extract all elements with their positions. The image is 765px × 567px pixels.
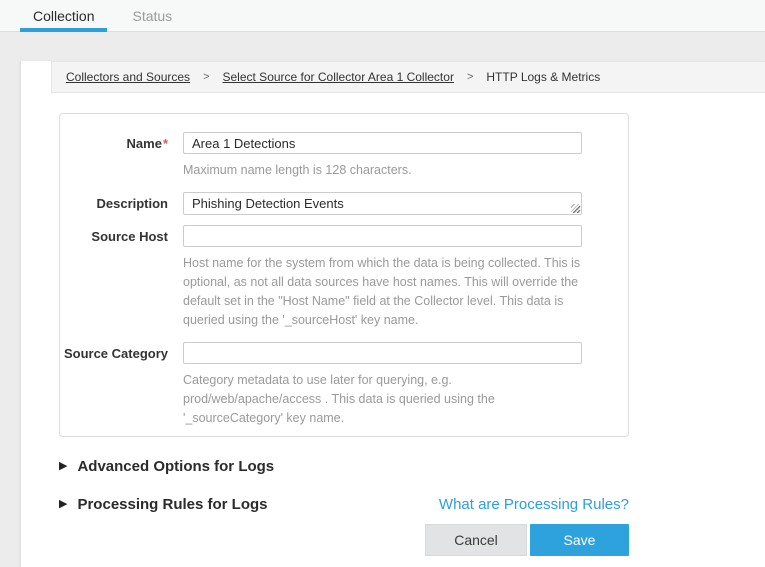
name-helper-text: Maximum name length is 128 characters. [183, 161, 582, 180]
description-textarea[interactable]: Phishing Detection Events [183, 192, 582, 215]
save-button[interactable]: Save [530, 524, 629, 556]
source-config-card: Name* Maximum name length is 128 charact… [59, 113, 629, 437]
form-actions: Cancel Save [59, 524, 629, 556]
description-control: Phishing Detection Events [183, 192, 582, 215]
processing-rules-row: ▶ Processing Rules for Logs What are Pro… [59, 496, 629, 513]
advanced-options-title: Advanced Options for Logs [77, 458, 274, 475]
source-category-helper-text: Category metadata to use later for query… [183, 371, 582, 428]
advanced-options-row: ▶ Advanced Options for Logs [59, 458, 629, 475]
collapsible-sections: ▶ Advanced Options for Logs ▶ Processing… [59, 458, 629, 513]
advanced-options-toggle[interactable]: ▶ Advanced Options for Logs [59, 458, 274, 475]
source-host-control: Host name for the system from which the … [183, 225, 582, 330]
description-label: Description [60, 192, 168, 215]
tab-collection[interactable]: Collection [20, 0, 107, 31]
source-category-label: Source Category [60, 342, 168, 428]
main-panel: Collectors and Sources > Select Source f… [20, 61, 765, 567]
name-label-text: Name [127, 136, 162, 151]
cancel-button[interactable]: Cancel [425, 524, 527, 556]
caret-right-icon: ▶ [59, 461, 67, 472]
breadcrumb-current-http-logs-metrics: HTTP Logs & Metrics [486, 70, 600, 84]
processing-rules-toggle[interactable]: ▶ Processing Rules for Logs [59, 496, 268, 513]
source-category-control: Category metadata to use later for query… [183, 342, 582, 428]
processing-rules-title: Processing Rules for Logs [77, 496, 267, 513]
what-are-processing-rules-link[interactable]: What are Processing Rules? [439, 496, 629, 513]
caret-right-icon: ▶ [59, 499, 67, 510]
top-tab-bar: Collection Status [0, 0, 765, 32]
tab-status[interactable]: Status [119, 0, 185, 31]
source-host-label: Source Host [60, 225, 168, 330]
source-host-input[interactable] [183, 225, 582, 247]
breadcrumb-collectors-and-sources[interactable]: Collectors and Sources [66, 70, 190, 84]
source-category-input[interactable] [183, 342, 582, 364]
name-label: Name* [60, 132, 168, 180]
source-category-row: Source Category Category metadata to use… [60, 342, 580, 428]
breadcrumb: Collectors and Sources > Select Source f… [51, 61, 765, 93]
chevron-right-separator-icon: > [203, 71, 209, 83]
required-asterisk: * [163, 136, 168, 151]
source-host-row: Source Host Host name for the system fro… [60, 225, 580, 330]
description-row: Description Phishing Detection Events [60, 192, 580, 215]
name-row: Name* Maximum name length is 128 charact… [60, 132, 580, 180]
chevron-right-separator-icon: > [467, 71, 473, 83]
breadcrumb-select-source[interactable]: Select Source for Collector Area 1 Colle… [223, 70, 454, 84]
source-host-helper-text: Host name for the system from which the … [183, 254, 582, 330]
name-input[interactable] [183, 132, 582, 154]
name-control: Maximum name length is 128 characters. [183, 132, 582, 180]
